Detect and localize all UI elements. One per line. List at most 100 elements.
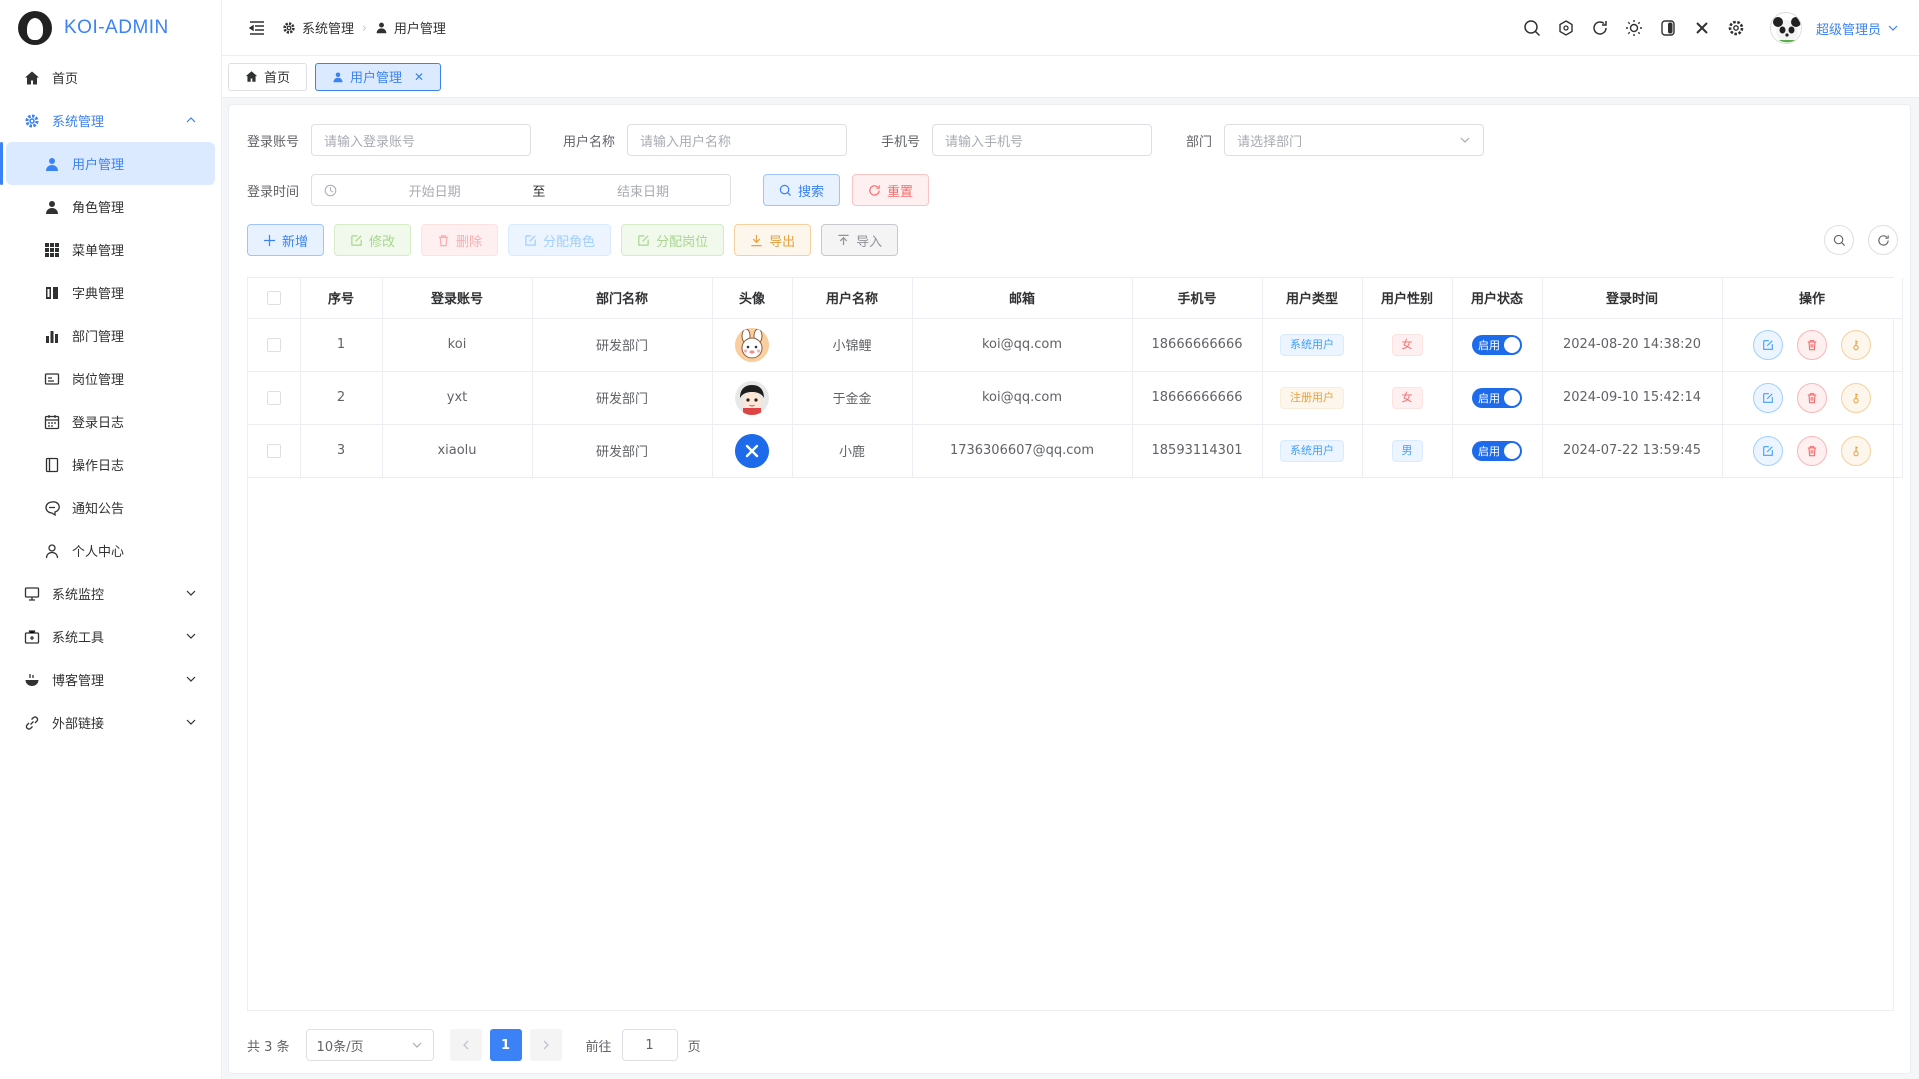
index-cell: 1 [300,318,383,372]
sidebar-item-label: 岗位管理 [72,373,125,388]
assign-post-button[interactable]: 分配岗位 [621,224,725,256]
row-edit-button[interactable] [1752,435,1783,466]
sidebar-item-role-manage[interactable]: 角色管理 [0,185,221,228]
settings-icon[interactable] [1726,18,1746,38]
sidebar-item-blog-manage[interactable]: 博客管理 [0,658,221,701]
assign-role-button[interactable]: 分配角色 [508,224,612,256]
goto-label: 前往 [585,1039,612,1055]
trash-icon [1807,392,1817,403]
sidebar-item-oper-log[interactable]: 操作日志 [0,443,221,486]
status-switch[interactable]: 启用 [1472,334,1522,355]
sidebar-item-dict-manage[interactable]: 字典管理 [0,271,221,314]
sun-icon[interactable] [1624,18,1644,38]
row-checkbox[interactable] [266,390,281,405]
user-menu[interactable]: 超级管理员 [1816,19,1899,38]
bunny-avatar-icon[interactable] [735,327,769,362]
row-reset-password-button[interactable] [1841,382,1872,413]
broken-image-avatar-icon[interactable] [735,433,769,468]
search-icon[interactable] [1522,18,1542,38]
account-cell: koi [382,318,533,372]
sidebar-item-label: 部门管理 [72,330,125,345]
actions-cell [1722,424,1903,478]
dept-label: 部门 [1186,134,1213,150]
sidebar-item-login-log[interactable]: 登录日志 [0,400,221,443]
row-edit-button[interactable] [1752,329,1783,360]
add-button[interactable]: 新增 [247,224,325,256]
sidebar-item-system-manage[interactable]: 系统管理 [0,99,221,142]
export-button[interactable]: 导出 [734,224,812,256]
tab-label: 首页 [264,71,291,86]
cartoon-avatar-icon[interactable] [735,380,769,415]
menu-fold-icon[interactable] [248,19,266,37]
user-name-label: 超级管理员 [1815,22,1881,38]
toggle-search-button[interactable] [1824,225,1854,255]
goto-page-input[interactable]: 1 [621,1029,678,1061]
row-delete-button[interactable] [1797,329,1827,360]
button-label: 导出 [769,234,796,250]
sidebar-item-menu-manage[interactable]: 菜单管理 [0,228,221,271]
header-tools: 超级管理员 [1522,0,1899,56]
breadcrumb-item-user: 用户管理 [375,18,446,37]
sidebar-item-system-monitor[interactable]: 系统监控 [0,572,221,615]
page-size-select[interactable]: 10条/页 [305,1029,434,1061]
refresh-icon[interactable] [1590,18,1610,38]
end-date-placeholder: 结束日期 [616,184,669,200]
column-header: 用户性别 [1362,278,1453,319]
trash-icon [1807,339,1817,350]
index-cell: 2 [300,371,383,425]
sidebar-item-profile[interactable]: 个人中心 [0,529,221,572]
select-all-checkbox[interactable] [266,290,281,305]
sidebar-item-notice[interactable]: 通知公告 [0,486,221,529]
table-row: 2 yxt 研发部门 于金金 koi@qq.com 18666666666 注册… [248,371,1903,425]
user-avatar[interactable] [1769,12,1802,44]
sidebar-item-label: 角色管理 [72,201,125,216]
sidebar-item-post-manage[interactable]: 岗位管理 [0,357,221,400]
import-button[interactable]: 导入 [821,224,899,256]
page-number-button[interactable]: 1 [489,1029,522,1061]
status-switch[interactable]: 启用 [1472,440,1522,461]
sidebar-item-home[interactable]: 首页 [0,56,221,99]
theme-palette-icon[interactable] [1556,18,1576,38]
status-switch[interactable]: 启用 [1472,387,1522,408]
email-cell: koi@qq.com [912,318,1133,372]
sidebar-item-dept-manage[interactable]: 部门管理 [0,314,221,357]
login-account-input[interactable]: 请输入登录账号 [311,124,532,156]
login-time-range[interactable]: 开始日期 至 结束日期 [311,174,732,206]
refresh-table-button[interactable] [1868,225,1898,255]
edit-icon [1763,445,1773,456]
sidebar-item-system-tools[interactable]: 系统工具 [0,615,221,658]
user-name-input[interactable]: 请输入用户名称 [627,124,848,156]
edit-button[interactable]: 修改 [334,224,412,256]
row-delete-button[interactable] [1797,382,1827,413]
tab-close-icon[interactable]: ✕ [414,70,424,84]
row-checkbox[interactable] [266,337,281,352]
row-checkbox[interactable] [266,443,281,458]
dept-select[interactable]: 请选择部门 [1224,124,1485,156]
next-page-button[interactable] [529,1029,562,1061]
user-table: 序号 登录账号 部门名称 头像 用户名称 邮箱 手机号 用户类型 用户性别 用户… [247,277,1903,1011]
sidebar-item-label: 首页 [52,72,79,87]
row-reset-password-button[interactable] [1841,435,1872,466]
sidebar-item-user-manage[interactable]: 用户管理 [0,142,215,185]
breadcrumb-item-system[interactable]: 系统管理 [282,18,354,37]
prev-page-button[interactable] [449,1029,482,1061]
name-cell: 于金金 [792,371,913,425]
search-button[interactable]: 搜索 [763,174,841,206]
tab-home[interactable]: 首页 [228,62,308,91]
login-account-label: 登录账号 [247,134,300,150]
row-delete-button[interactable] [1797,435,1827,466]
edit-icon [1763,392,1773,403]
switch-layout-icon[interactable] [1658,18,1678,38]
sidebar-item-external-links[interactable]: 外部链接 [0,701,221,744]
trash-icon [438,234,449,246]
row-reset-password-button[interactable] [1841,329,1872,360]
delete-button[interactable]: 删除 [421,224,499,256]
row-edit-button[interactable] [1752,382,1783,413]
range-separator: 至 [532,184,546,200]
phone-input[interactable]: 请输入手机号 [932,124,1153,156]
close-icon[interactable] [1692,18,1712,38]
reset-button[interactable]: 重置 [852,174,930,206]
tab-user-manage[interactable]: 用户管理 ✕ [315,62,442,91]
logo[interactable]: KOI-ADMIN [0,0,221,56]
user-sex-tag: 男 [1391,439,1423,462]
